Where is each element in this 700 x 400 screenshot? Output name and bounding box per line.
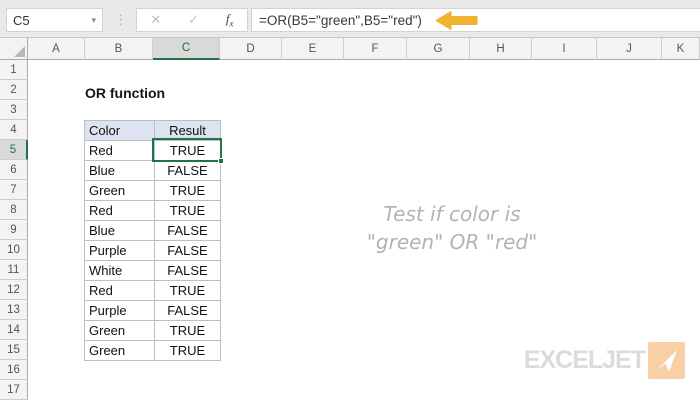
column-header-c[interactable]: C [153,38,220,60]
table-row: Purple FALSE [84,240,221,261]
table-cell[interactable]: Purple [84,240,155,261]
row-header-11[interactable]: 11 [0,260,28,280]
row-header-15[interactable]: 15 [0,340,28,360]
column-headers: ABCDEFGHIJK [28,38,700,60]
insert-function-icon[interactable]: fx [226,11,234,29]
exceljet-logo-text: EXCELJET [523,346,646,374]
table-cell[interactable]: Blue [84,220,155,241]
column-header-a[interactable]: A [28,38,85,60]
annotation-line-2: "green" OR "red" [366,230,538,254]
formula-bar: C5 ▾ ⋮ ✕ ✓ fx =OR(B5="green",B5="red") [0,0,700,38]
row-header-10[interactable]: 10 [0,240,28,260]
table-row: Red TRUE [84,200,221,221]
annotation-text: Test if color is "green" OR "red" [297,200,607,256]
row-header-2[interactable]: 2 [0,80,28,100]
table-header-cell[interactable]: Color [84,120,155,141]
table-cell[interactable]: TRUE [154,200,221,221]
chevron-down-icon[interactable]: ▾ [91,15,96,26]
table-row: White FALSE [84,260,221,281]
column-header-b[interactable]: B [85,38,153,60]
row-header-4[interactable]: 4 [0,120,28,140]
column-header-f[interactable]: F [344,38,407,60]
table-cell[interactable]: Red [84,200,155,221]
row-header-16[interactable]: 16 [0,360,28,380]
row-header-5[interactable]: 5 [0,140,28,160]
annotation-line-1: Test if color is [383,202,521,226]
column-header-g[interactable]: G [407,38,470,60]
enter-icon[interactable]: ✓ [188,12,199,28]
table-cell[interactable]: FALSE [154,220,221,241]
column-header-d[interactable]: D [220,38,282,60]
fill-handle[interactable] [218,158,224,164]
table-cell[interactable]: TRUE [154,280,221,301]
name-box-value: C5 [13,12,30,28]
column-header-e[interactable]: E [282,38,344,60]
table-cell[interactable]: Green [84,340,155,361]
separator-dots-icon: ⋮ [114,12,127,27]
table-row: Green TRUE [84,180,221,201]
table-cell[interactable]: TRUE [154,320,221,341]
row-header-3[interactable]: 3 [0,100,28,120]
table-row: Green TRUE [84,340,221,361]
exceljet-logo: EXCELJET [524,342,685,379]
row-header-12[interactable]: 12 [0,280,28,300]
table-row: Blue FALSE [84,220,221,241]
row-header-1[interactable]: 1 [0,60,28,80]
table-cell[interactable]: FALSE [154,260,221,281]
excel-screenshot: C5 ▾ ⋮ ✕ ✓ fx =OR(B5="green",B5="red") A… [0,0,700,400]
table-row: Blue FALSE [84,160,221,181]
table-cell[interactable]: Blue [84,160,155,181]
formula-text: =OR(B5="green",B5="red") [259,12,422,28]
row-header-8[interactable]: 8 [0,200,28,220]
table-cell[interactable]: Green [84,180,155,201]
row-header-9[interactable]: 9 [0,220,28,240]
table-cell[interactable]: TRUE [154,340,221,361]
table-cell[interactable]: FALSE [154,300,221,321]
table-cell[interactable]: TRUE [154,180,221,201]
row-headers: 1 2 3 4 5 6 7 8 9 10 11 12 13 14 15 16 17 [0,60,28,400]
table-row: Red TRUE [84,280,221,301]
table-cell[interactable]: Red [84,140,155,161]
paper-plane-icon [648,342,685,379]
cancel-icon[interactable]: ✕ [150,12,161,28]
column-header-h[interactable]: H [470,38,532,60]
row-header-14[interactable]: 14 [0,320,28,340]
table-cell[interactable]: FALSE [154,240,221,261]
table-cell[interactable]: Purple [84,300,155,321]
column-header-i[interactable]: I [532,38,597,60]
select-all-corner[interactable] [0,38,28,60]
table-cell[interactable]: FALSE [154,160,221,181]
callout-arrow-icon [436,11,478,30]
table-row: Purple FALSE [84,300,221,321]
row-header-17[interactable]: 17 [0,380,28,400]
table-cell[interactable]: Red [84,280,155,301]
column-header-j[interactable]: J [597,38,662,60]
row-header-6[interactable]: 6 [0,160,28,180]
formula-buttons: ✕ ✓ fx [136,8,248,32]
select-all-triangle-icon [14,46,25,57]
worksheet-title: OR function [85,85,166,101]
table-cell[interactable]: White [84,260,155,281]
column-header-k[interactable]: K [662,38,700,60]
fx-x: x [229,18,234,29]
table-row: Green TRUE [84,320,221,341]
table-cell[interactable]: Green [84,320,155,341]
sheet-area: OR function Color Result Red TRUE Blue FALSE G… [28,60,700,400]
row-header-13[interactable]: 13 [0,300,28,320]
name-box[interactable]: C5 ▾ [6,8,103,32]
row-header-7[interactable]: 7 [0,180,28,200]
selected-cell-outline[interactable] [152,138,224,164]
